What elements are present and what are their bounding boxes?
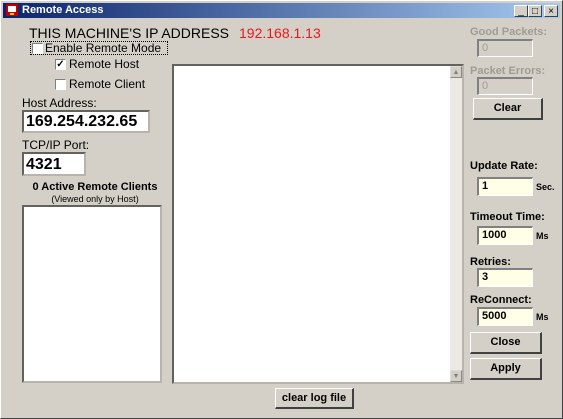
- packet-errors-label: Packet Errors:: [470, 65, 546, 77]
- log-area[interactable]: ▲ ▼: [172, 64, 464, 384]
- active-clients-subtitle: (Viewed only by Host): [51, 194, 139, 204]
- remote-host-checkbox-box[interactable]: ✓: [55, 59, 66, 70]
- active-clients-list[interactable]: [22, 205, 162, 383]
- remote-host-label: Remote Host: [69, 57, 140, 71]
- timeout-time-input[interactable]: 1000: [477, 226, 533, 245]
- reconnect-input[interactable]: 5000: [477, 307, 533, 326]
- host-address-label: Host Address:: [22, 96, 97, 110]
- scroll-up-arrow[interactable]: ▲: [450, 66, 462, 78]
- ip-address-label: THIS MACHINE'S IP ADDRESS: [29, 25, 230, 41]
- retries-label: Retries:: [470, 256, 511, 268]
- minimize-button[interactable]: _: [514, 5, 528, 17]
- remote-client-label: Remote Client: [69, 77, 146, 91]
- close-window-button[interactable]: ×: [544, 5, 558, 17]
- close-button[interactable]: Close: [470, 332, 542, 354]
- host-address-input[interactable]: 169.254.232.65: [22, 110, 150, 133]
- remote-client-checkbox-box[interactable]: [55, 79, 66, 90]
- timeout-time-label: Timeout Time:: [470, 211, 545, 223]
- remote-access-window: Remote Access _ □ × THIS MACHINE'S IP AD…: [0, 0, 563, 419]
- update-rate-label: Update Rate:: [470, 160, 538, 172]
- update-rate-unit: Sec.: [536, 182, 555, 192]
- good-packets-label: Good Packets:: [470, 26, 548, 38]
- retries-input[interactable]: 3: [477, 268, 533, 287]
- enable-remote-checkbox-box[interactable]: [32, 43, 43, 54]
- clear-stats-button[interactable]: Clear: [473, 98, 543, 120]
- update-rate-input[interactable]: 1: [477, 177, 533, 196]
- ip-address-value: 192.168.1.13: [239, 25, 321, 41]
- clear-log-file-button[interactable]: clear log file: [275, 388, 354, 409]
- maximize-button[interactable]: □: [528, 5, 542, 17]
- enable-remote-mode-checkbox[interactable]: Enable Remote Mode: [30, 41, 168, 55]
- active-clients-title: 0 Active Remote Clients: [32, 181, 158, 193]
- enable-remote-mode-label: Enable Remote Mode: [45, 41, 162, 55]
- timeout-time-unit: Ms: [536, 231, 549, 241]
- tcp-ip-port-input[interactable]: 4321: [22, 152, 86, 176]
- remote-host-checkbox[interactable]: ✓ Remote Host: [55, 57, 175, 72]
- title-bar[interactable]: Remote Access _ □ ×: [3, 3, 560, 18]
- log-scrollbar[interactable]: ▲ ▼: [450, 66, 462, 382]
- apply-button[interactable]: Apply: [470, 358, 542, 380]
- reconnect-label: ReConnect:: [470, 294, 532, 306]
- reconnect-unit: Ms: [536, 312, 549, 322]
- scroll-down-arrow[interactable]: ▼: [450, 370, 462, 382]
- app-icon: [6, 4, 18, 16]
- packet-errors-field: 0: [477, 77, 533, 95]
- tcp-ip-port-label: TCP/IP Port:: [22, 138, 90, 152]
- good-packets-field: 0: [477, 39, 533, 57]
- remote-client-checkbox[interactable]: Remote Client: [55, 77, 175, 92]
- window-title: Remote Access: [22, 4, 104, 16]
